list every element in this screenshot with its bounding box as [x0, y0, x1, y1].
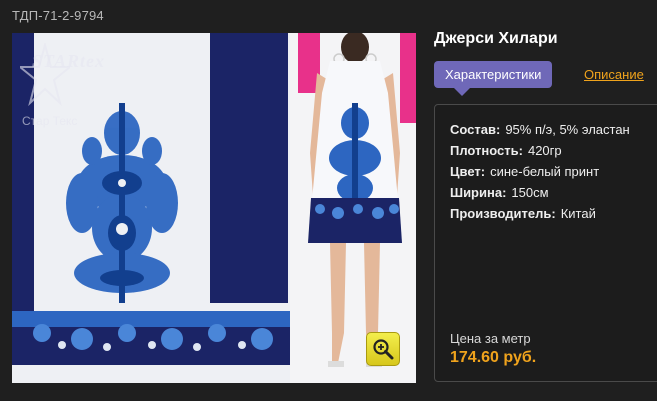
spec-value: 150см	[511, 185, 549, 200]
specs-panel: Состав: 95% п/э, 5% эластан Плотность: 420…	[434, 104, 657, 382]
spec-row-manufacturer: Производитель: Китай	[450, 206, 630, 227]
spec-value: 420гр	[527, 143, 562, 158]
tab-description[interactable]: Описание	[584, 67, 644, 82]
spec-key: Состав:	[450, 122, 501, 137]
price-value: 174.60 руб.	[450, 349, 537, 366]
spec-row-composition: Состав: 95% п/э, 5% эластан	[450, 122, 630, 143]
product-sku: ТДП-71-2-9794	[12, 8, 104, 23]
spec-row-density: Плотность: 420гр	[450, 143, 630, 164]
spec-row-width: Ширина: 150см	[450, 185, 630, 206]
spec-key: Ширина:	[450, 185, 507, 200]
spec-value: Китай	[560, 206, 596, 221]
spec-key: Цвет:	[450, 164, 486, 179]
specs-list: Состав: 95% п/э, 5% эластан Плотность: 420…	[450, 122, 630, 227]
product-photo[interactable]: STARtex Стар Текс	[12, 33, 416, 383]
tab-characteristics[interactable]: Характеристики	[434, 61, 553, 96]
zoom-button[interactable]	[366, 332, 400, 366]
spec-key: Производитель:	[450, 206, 556, 221]
zoom-in-icon	[373, 339, 394, 360]
logo-subtitle: Стар Текс	[22, 114, 78, 128]
logo-title: STARtex	[32, 51, 106, 71]
price-label: Цена за метр	[450, 331, 531, 346]
spec-row-color: Цвет: сине-белый принт	[450, 164, 630, 185]
startex-logo: STARtex Стар Текс	[18, 41, 138, 128]
spec-value: 95% п/э, 5% эластан	[505, 122, 630, 137]
product-title: Джерси Хилари	[434, 30, 558, 47]
spec-value: сине-белый принт	[490, 164, 600, 179]
spec-key: Плотность:	[450, 143, 523, 158]
